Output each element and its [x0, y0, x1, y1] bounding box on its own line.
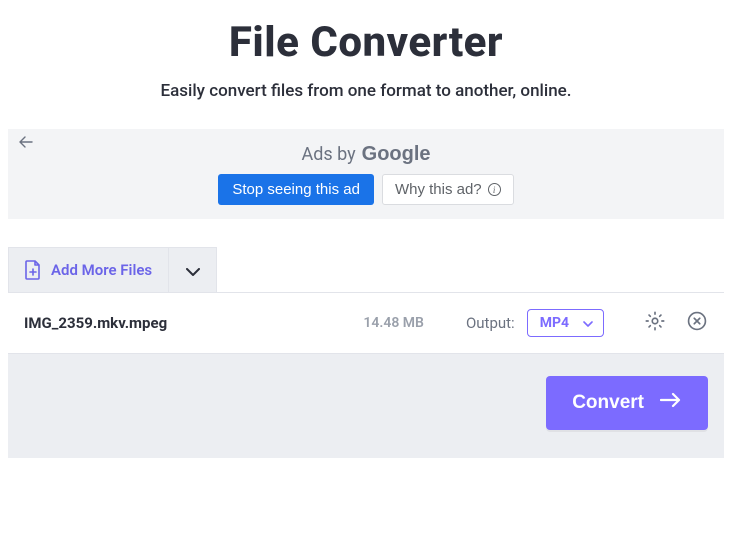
close-icon	[686, 310, 708, 336]
file-name: IMG_2359.mkv.mpeg	[24, 314, 167, 332]
remove-file-button[interactable]	[686, 310, 708, 336]
ad-back-arrow-icon[interactable]	[19, 136, 33, 152]
info-icon: i	[488, 183, 501, 196]
file-size: 14.48 MB	[363, 315, 424, 331]
arrow-right-icon	[660, 392, 682, 414]
ad-why-label: Why this ad?	[395, 181, 482, 198]
file-plus-icon	[25, 260, 41, 280]
converter-footer: Convert	[8, 353, 724, 458]
ad-stop-button[interactable]: Stop seeing this ad	[218, 174, 374, 205]
output-format-select[interactable]: MP4	[527, 309, 604, 337]
chevron-down-icon	[186, 261, 200, 280]
converter-panel: Add More Files IMG_2359.mkv.mpeg 14.48 M…	[8, 247, 724, 458]
ad-why-button[interactable]: Why this ad? i	[382, 174, 514, 205]
page-subtitle: Easily convert files from one format to …	[0, 81, 732, 101]
ad-label-brand: Google	[362, 143, 431, 166]
settings-button[interactable]	[644, 310, 666, 336]
convert-button[interactable]: Convert	[546, 376, 708, 430]
output-format-value: MP4	[540, 315, 569, 331]
ad-label-prefix: Ads by	[301, 144, 355, 165]
add-more-files-button[interactable]: Add More Files	[8, 247, 169, 292]
chevron-down-icon	[583, 315, 593, 331]
output-label: Output:	[466, 314, 515, 332]
add-more-dropdown-button[interactable]	[169, 247, 217, 292]
add-more-files-label: Add More Files	[51, 261, 152, 279]
file-row: IMG_2359.mkv.mpeg 14.48 MB Output: MP4	[8, 292, 724, 353]
ad-banner: Ads by Google Stop seeing this ad Why th…	[8, 129, 724, 219]
ad-label: Ads by Google	[301, 143, 430, 166]
convert-button-label: Convert	[572, 392, 644, 414]
page-title: File Converter	[0, 18, 732, 67]
gear-icon	[644, 310, 666, 336]
